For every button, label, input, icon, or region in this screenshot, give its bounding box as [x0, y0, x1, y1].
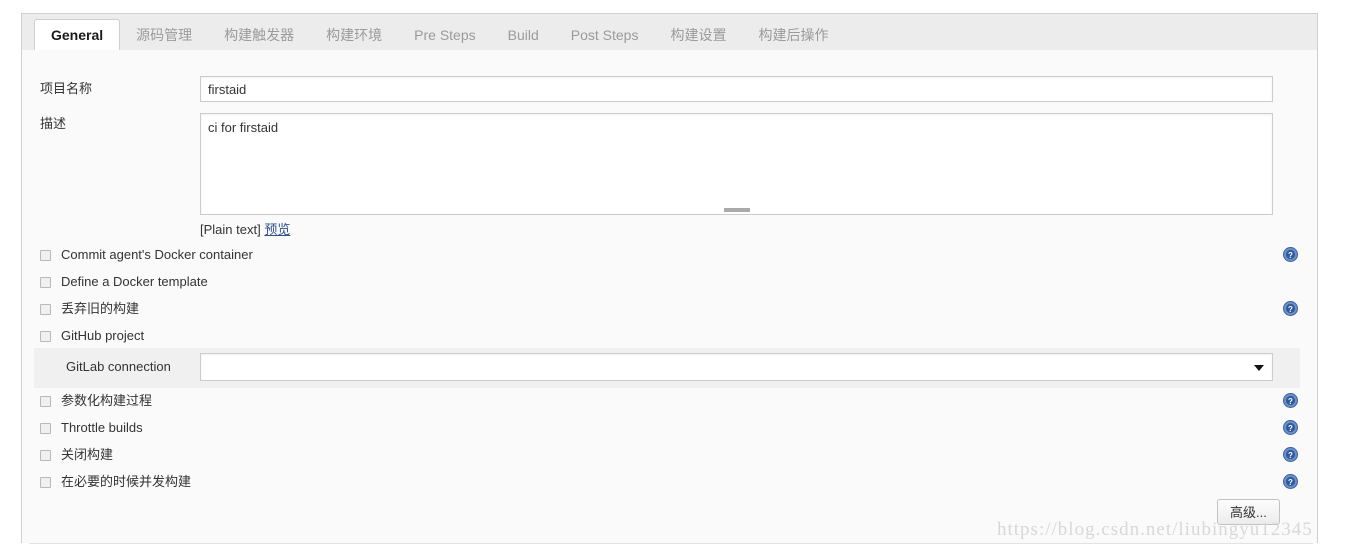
- checkbox-input[interactable]: [40, 303, 51, 315]
- description-markup-info: [Plain text] 预览: [200, 219, 290, 238]
- svg-text:?: ?: [1288, 424, 1293, 433]
- checkbox-row[interactable]: 关闭构建: [40, 446, 113, 464]
- checkbox-row[interactable]: GitHub project: [40, 327, 144, 345]
- checkbox-row[interactable]: 在必要的时候并发构建: [40, 473, 191, 491]
- checkbox-input[interactable]: [40, 449, 51, 461]
- help-icon[interactable]: ?: [1283, 393, 1298, 408]
- resize-grip-icon[interactable]: [723, 208, 750, 212]
- svg-text:?: ?: [1288, 251, 1293, 260]
- help-icon[interactable]: ?: [1283, 474, 1298, 489]
- config-tab-bar: General 源码管理 构建触发器 构建环境 Pre Steps Build Post S…: [21, 13, 1318, 51]
- tab-构建后操作[interactable]: 构建后操作: [742, 20, 844, 51]
- gitlab-connection-select[interactable]: [200, 353, 1273, 381]
- description-preview-link[interactable]: 预览: [264, 222, 290, 237]
- checkbox-row[interactable]: 参数化构建过程: [40, 392, 152, 410]
- checkbox-label[interactable]: 关闭构建: [61, 446, 113, 464]
- checkbox-label[interactable]: Throttle builds: [61, 419, 143, 437]
- checkbox-label[interactable]: Commit agent's Docker container: [61, 246, 253, 264]
- description-textarea-wrapper: [200, 113, 1273, 215]
- checkbox-input[interactable]: [40, 395, 51, 407]
- checkbox-row[interactable]: Throttle builds: [40, 419, 143, 437]
- markup-type-label: [Plain text]: [200, 222, 261, 237]
- description-row: 描述: [40, 113, 1273, 215]
- project-name-label: 项目名称: [40, 81, 93, 96]
- chevron-down-icon: [1254, 365, 1264, 371]
- checkbox-input[interactable]: [40, 249, 51, 261]
- gitlab-connection-panel: GitLab connection: [34, 348, 1300, 388]
- checkbox-input[interactable]: [40, 422, 51, 434]
- checkbox-label[interactable]: 丢弃旧的构建: [61, 300, 139, 318]
- description-textarea[interactable]: [200, 113, 1273, 215]
- checkbox-row[interactable]: Define a Docker template: [40, 273, 208, 291]
- tab-构建触发器[interactable]: 构建触发器: [208, 20, 310, 51]
- job-config-page: General 源码管理 构建触发器 构建环境 Pre Steps Build Post S…: [0, 0, 1370, 554]
- bottom-divider: [29, 543, 1313, 544]
- tab-构建设置[interactable]: 构建设置: [654, 20, 742, 51]
- checkbox-label[interactable]: GitHub project: [61, 327, 144, 345]
- checkbox-input[interactable]: [40, 476, 51, 488]
- tab-general[interactable]: General: [34, 19, 121, 51]
- tab-构建环境[interactable]: 构建环境: [310, 20, 398, 51]
- help-icon[interactable]: ?: [1283, 247, 1298, 262]
- checkbox-label[interactable]: Define a Docker template: [61, 273, 208, 291]
- checkbox-row[interactable]: 丢弃旧的构建: [40, 300, 139, 318]
- gitlab-connection-label: GitLab connection: [66, 359, 171, 374]
- help-icon[interactable]: ?: [1283, 301, 1298, 316]
- checkbox-label[interactable]: 参数化构建过程: [61, 392, 152, 410]
- tab-list: General 源码管理 构建触发器 构建环境 Pre Steps Build Post S…: [22, 14, 1317, 51]
- description-label: 描述: [40, 116, 67, 131]
- svg-text:?: ?: [1288, 397, 1293, 406]
- svg-text:?: ?: [1288, 305, 1293, 314]
- help-icon[interactable]: ?: [1283, 447, 1298, 462]
- tab-pre-steps[interactable]: Pre Steps: [398, 20, 491, 51]
- svg-text:?: ?: [1288, 451, 1293, 460]
- project-name-row: 项目名称: [40, 76, 1273, 102]
- checkbox-input[interactable]: [40, 276, 51, 288]
- tab-post-steps[interactable]: Post Steps: [555, 20, 655, 51]
- help-icon[interactable]: ?: [1283, 420, 1298, 435]
- project-name-input[interactable]: [200, 76, 1273, 102]
- checkbox-input[interactable]: [40, 330, 51, 342]
- tab-源码管理[interactable]: 源码管理: [120, 20, 208, 51]
- advanced-button[interactable]: 高级...: [1217, 499, 1280, 525]
- checkbox-label[interactable]: 在必要的时候并发构建: [61, 473, 191, 491]
- tab-build[interactable]: Build: [492, 20, 555, 51]
- svg-text:?: ?: [1288, 478, 1293, 487]
- checkbox-row[interactable]: Commit agent's Docker container: [40, 246, 253, 264]
